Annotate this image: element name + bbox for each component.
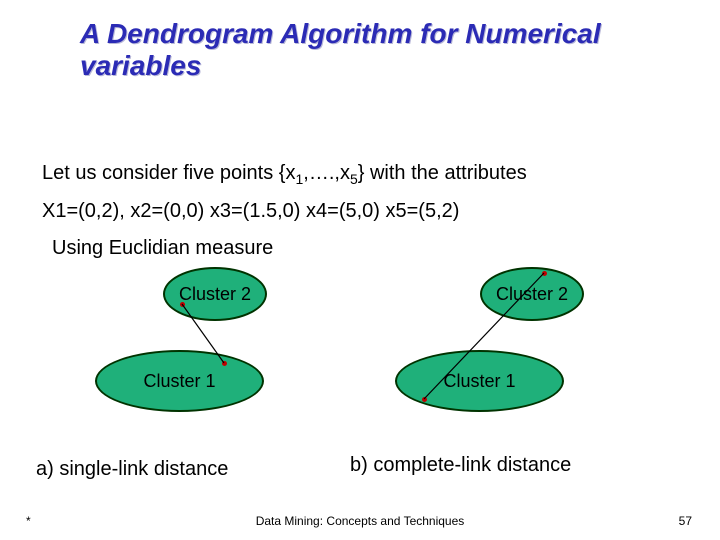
intro-text-2: X1=(0,2), x2=(0,0) x3=(1.5,0) x4=(5,0) x… bbox=[42, 195, 459, 227]
cluster2-right: Cluster 2 bbox=[480, 267, 584, 321]
intro-text-3: Using Euclidian measure bbox=[52, 232, 273, 264]
caption-complete-link: b) complete-link distance bbox=[350, 454, 571, 477]
sub-5: 5 bbox=[350, 171, 358, 187]
dot-left-bottom bbox=[222, 361, 227, 366]
intro-text-1: Let us consider five points {x1,….,x5} w… bbox=[42, 157, 527, 190]
dot-left-top bbox=[180, 302, 185, 307]
cluster2-left: Cluster 2 bbox=[163, 267, 267, 321]
cluster2-right-label: Cluster 2 bbox=[496, 285, 568, 304]
intro1-b: ,….,x bbox=[303, 162, 350, 184]
caption-single-link: a) single-link distance bbox=[36, 458, 228, 481]
page-number: 57 bbox=[679, 514, 692, 528]
cluster2-left-label: Cluster 2 bbox=[179, 285, 251, 304]
cluster1-right-label: Cluster 1 bbox=[443, 372, 515, 391]
cluster1-left-label: Cluster 1 bbox=[143, 372, 215, 391]
diagram-area: Cluster 2 Cluster 1 Cluster 2 Cluster 1 bbox=[0, 265, 720, 445]
footer-source: Data Mining: Concepts and Techniques bbox=[0, 514, 720, 528]
intro1-c: } with the attributes bbox=[358, 162, 527, 184]
dot-right-bottom bbox=[422, 397, 427, 402]
intro1-a: Let us consider five points {x bbox=[42, 162, 295, 184]
cluster1-right: Cluster 1 bbox=[395, 350, 564, 412]
cluster1-left: Cluster 1 bbox=[95, 350, 264, 412]
dot-right-top bbox=[542, 271, 547, 276]
slide-title: A Dendrogram Algorithm for Numerical var… bbox=[80, 18, 680, 82]
